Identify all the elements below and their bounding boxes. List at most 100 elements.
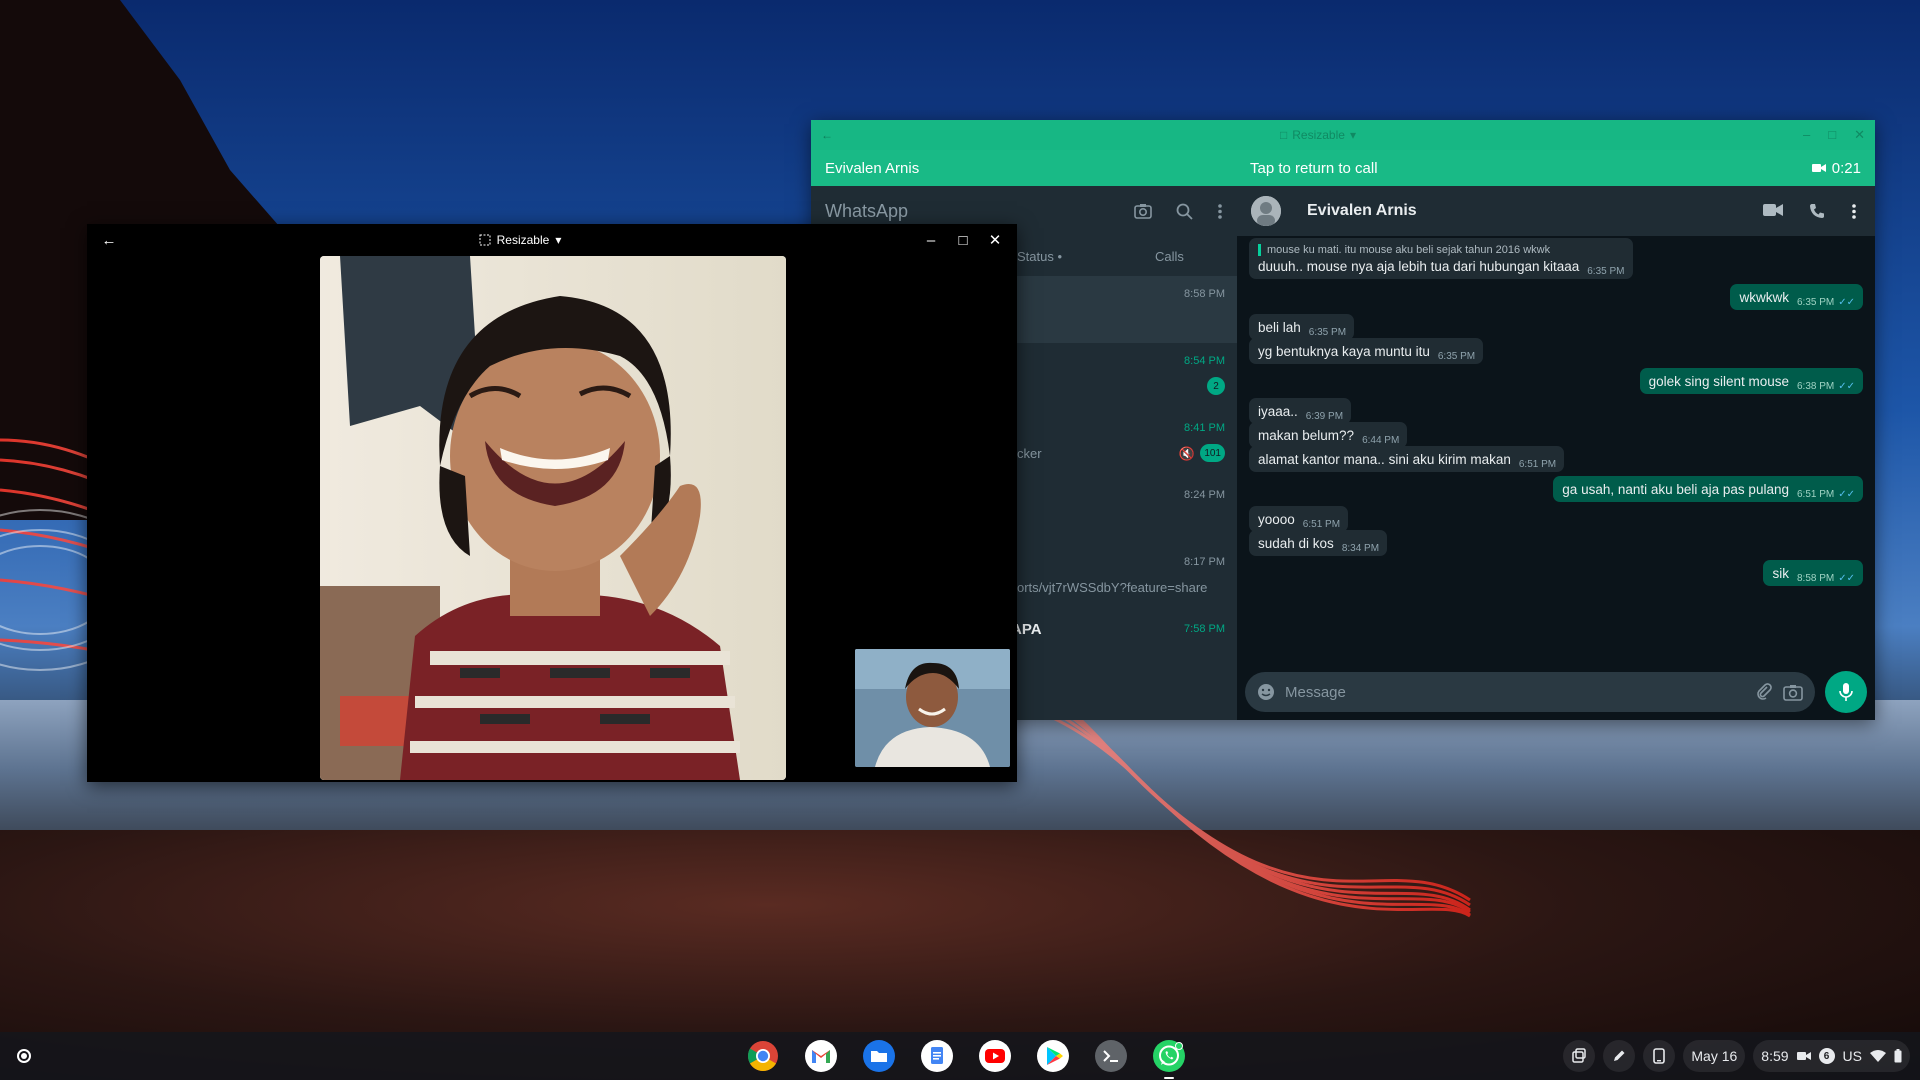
return-to-call-banner[interactable]: Evivalen Arnis Tap to return to call 0:2… xyxy=(811,150,1875,186)
phone-hub-button[interactable] xyxy=(1643,1040,1676,1072)
tab-calls[interactable]: Calls xyxy=(1155,249,1184,264)
outgoing-message[interactable]: wkwkwk 6:35 PM ✓✓ xyxy=(1730,284,1863,310)
remote-video-feed[interactable] xyxy=(320,256,786,780)
back-arrow-icon[interactable]: ← xyxy=(821,128,833,142)
message-time: 6:51 PM xyxy=(1518,459,1557,470)
video-recording-icon xyxy=(1796,1052,1811,1060)
message-text: wkwkwk xyxy=(1739,290,1789,305)
battery-icon xyxy=(1894,1049,1902,1063)
arrow-left-icon[interactable]: ← xyxy=(95,226,123,254)
wifi-icon xyxy=(1870,1050,1886,1062)
message-text: yoooo xyxy=(1258,512,1295,527)
unread-badge: 101 xyxy=(1200,444,1225,462)
chat-time: 8:17 PM xyxy=(1184,556,1225,568)
read-receipt-icon: ✓✓ xyxy=(1838,297,1855,308)
message-time: 6:35 PM xyxy=(1587,266,1625,277)
unread-badge: 2 xyxy=(1207,377,1225,395)
message-input[interactable] xyxy=(1285,683,1745,701)
composer xyxy=(1237,664,1875,720)
message-input-box[interactable] xyxy=(1245,672,1815,712)
message-text: makan belum?? xyxy=(1258,428,1355,443)
play-store-icon[interactable] xyxy=(1036,1039,1070,1073)
incoming-message[interactable]: sudah di kos 8:34 PM xyxy=(1249,530,1388,556)
terminal-icon[interactable] xyxy=(1094,1039,1128,1073)
whatsapp-titlebar[interactable]: ← □ Resizable ▾ – □ ✕ xyxy=(811,120,1875,150)
conversation-header[interactable]: Evivalen Arnis xyxy=(1237,186,1875,236)
resize-mode-menu[interactable]: □ Resizable ▾ xyxy=(1280,128,1356,142)
chat-snippet: orts/vjt7rWSSdbY?feature=share xyxy=(1017,580,1208,595)
message-time: 8:58 PM xyxy=(1796,573,1835,584)
banner-return-text: Tap to return to call xyxy=(1250,159,1378,177)
tab-status[interactable]: Status • xyxy=(1017,249,1062,264)
incoming-message[interactable]: yoooo 6:51 PM xyxy=(1249,506,1349,532)
close-icon[interactable]: ✕ xyxy=(1854,127,1865,143)
message-time: 6:35 PM xyxy=(1437,351,1476,362)
maximize-icon[interactable]: □ xyxy=(949,226,977,254)
video-call-window: ← Resizable ▾ – □ ✕ xyxy=(87,224,1017,782)
banner-contact-name: Evivalen Arnis xyxy=(825,159,920,177)
read-receipt-icon: ✓✓ xyxy=(1838,381,1855,392)
incoming-message[interactable]: alamat kantor mana.. sini aku kirim maka… xyxy=(1249,446,1565,472)
youtube-icon[interactable] xyxy=(978,1039,1012,1073)
call-duration: 0:21 xyxy=(1831,159,1861,177)
video-call-icon[interactable] xyxy=(1763,203,1783,217)
minimize-icon[interactable]: – xyxy=(917,226,945,254)
phone-icon[interactable] xyxy=(1809,203,1825,219)
keyboard-locale: US xyxy=(1842,1048,1862,1064)
attach-icon[interactable] xyxy=(1755,683,1773,701)
files-icon[interactable] xyxy=(862,1039,896,1073)
shelf-time: 8:59 xyxy=(1761,1048,1789,1064)
video-camera-icon xyxy=(1811,164,1826,172)
camera-icon[interactable] xyxy=(1134,203,1152,219)
pinned-apps xyxy=(746,1039,1186,1079)
system-tray-button[interactable]: 8:59 6 US xyxy=(1753,1040,1910,1072)
screen-capture-button[interactable] xyxy=(1563,1040,1596,1072)
notification-count: 6 xyxy=(1818,1048,1835,1064)
launcher-button[interactable] xyxy=(8,1040,40,1072)
pen-icon xyxy=(1614,1050,1625,1061)
docs-icon[interactable] xyxy=(920,1039,954,1073)
message-time: 6:35 PM xyxy=(1308,327,1347,338)
conversation-panel: Evivalen Arnis mouse ku mati. itu mouse … xyxy=(1237,186,1875,720)
incoming-message[interactable]: yg bentuknya kaya muntu itu 6:35 PM xyxy=(1249,338,1484,364)
voice-message-button[interactable] xyxy=(1825,671,1867,713)
minimize-icon[interactable]: – xyxy=(1803,127,1810,143)
more-vert-icon[interactable] xyxy=(1217,203,1223,220)
message-list[interactable]: mouse ku mati. itu mouse aku beli sejak … xyxy=(1237,236,1875,664)
shelf: May 16 8:59 6 US xyxy=(0,1032,1920,1080)
chrome-icon[interactable] xyxy=(746,1039,780,1073)
quoted-message[interactable]: mouse ku mati. itu mouse aku beli sejak … xyxy=(1258,244,1550,256)
gmail-icon[interactable] xyxy=(804,1039,838,1073)
conversation-contact-name[interactable]: Evivalen Arnis xyxy=(1307,202,1417,220)
video-call-titlebar[interactable]: ← Resizable ▾ – □ ✕ xyxy=(87,224,1017,256)
outgoing-message[interactable]: ga usah, nanti aku beli aja pas pulang 6… xyxy=(1553,476,1863,502)
message-time: 6:35 PM xyxy=(1796,297,1835,308)
chevron-down-icon: ▾ xyxy=(1349,128,1356,142)
incoming-message[interactable]: iyaaa.. 6:39 PM xyxy=(1249,398,1352,424)
avatar[interactable] xyxy=(1251,196,1281,226)
camera-attach-icon[interactable] xyxy=(1783,684,1803,701)
close-icon[interactable]: ✕ xyxy=(981,226,1009,254)
message-time: 6:51 PM xyxy=(1796,489,1835,500)
chat-time: 7:58 PM xyxy=(1184,623,1225,635)
search-icon[interactable] xyxy=(1176,203,1193,220)
date-button[interactable]: May 16 xyxy=(1683,1040,1746,1072)
emoji-icon[interactable] xyxy=(1257,683,1275,701)
incoming-message[interactable]: beli lah 6:35 PM xyxy=(1249,314,1355,340)
conversation-menu-icon[interactable] xyxy=(1851,203,1857,220)
outgoing-message[interactable]: sik 8:58 PM ✓✓ xyxy=(1763,560,1863,586)
message-text: yg bentuknya kaya muntu itu xyxy=(1258,344,1430,359)
incoming-message[interactable]: makan belum?? 6:44 PM xyxy=(1249,422,1408,448)
video-resize-mode-menu[interactable]: Resizable ▾ xyxy=(479,233,562,247)
whatsapp-icon[interactable] xyxy=(1152,1039,1186,1079)
resize-icon xyxy=(479,234,491,246)
outgoing-message[interactable]: golek sing silent mouse 6:38 PM ✓✓ xyxy=(1639,368,1863,394)
message-time: 6:51 PM xyxy=(1302,519,1341,530)
stylus-button[interactable] xyxy=(1603,1040,1636,1072)
self-video-preview[interactable] xyxy=(855,649,1010,767)
resize-icon: □ xyxy=(1280,128,1288,142)
incoming-message[interactable]: mouse ku mati. itu mouse aku beli sejak … xyxy=(1249,238,1633,279)
chevron-down-icon: ▾ xyxy=(555,233,562,247)
shelf-date: May 16 xyxy=(1691,1048,1738,1064)
maximize-icon[interactable]: □ xyxy=(1828,127,1836,143)
